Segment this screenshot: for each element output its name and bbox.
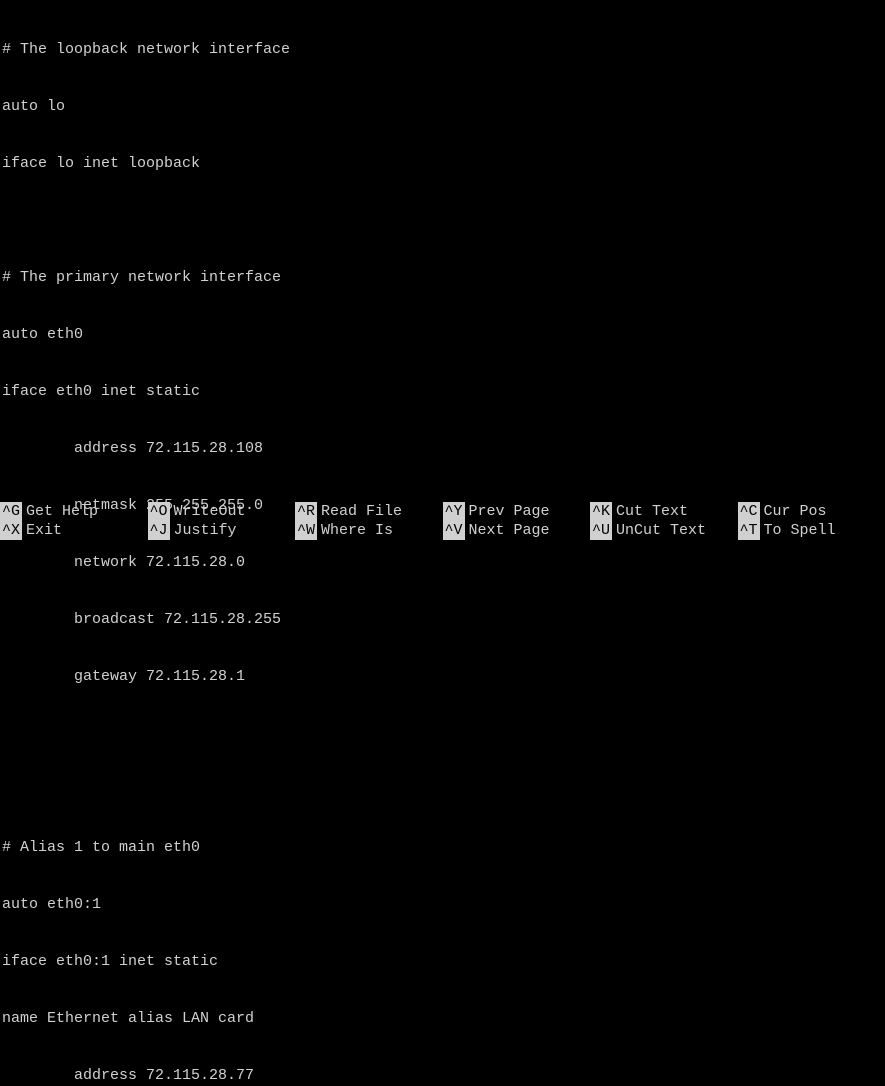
file-line: # Alias 1 to main eth0 bbox=[2, 838, 885, 857]
menu-uncut-text[interactable]: ^UUnCut Text bbox=[590, 521, 738, 540]
key-label: ^R bbox=[295, 502, 317, 521]
key-label: ^O bbox=[148, 502, 170, 521]
file-line: address 72.115.28.108 bbox=[2, 439, 885, 458]
menu-justify[interactable]: ^JJustify bbox=[148, 521, 296, 540]
menu-bar: ^GGet Help ^OWriteOut ^RRead File ^YPrev… bbox=[0, 502, 885, 540]
menu-label: Next Page bbox=[465, 521, 550, 540]
key-label: ^V bbox=[443, 521, 465, 540]
menu-to-spell[interactable]: ^TTo Spell bbox=[738, 521, 885, 540]
file-line: iface eth0 inet static bbox=[2, 382, 885, 401]
key-label: ^C bbox=[738, 502, 760, 521]
menu-writeout[interactable]: ^OWriteOut bbox=[148, 502, 296, 521]
menu-where-is[interactable]: ^WWhere Is bbox=[295, 521, 443, 540]
menu-label: Cur Pos bbox=[760, 502, 827, 521]
menu-label: Where Is bbox=[317, 521, 393, 540]
file-line: name Ethernet alias LAN card bbox=[2, 1009, 885, 1028]
file-line: iface eth0:1 inet static bbox=[2, 952, 885, 971]
menu-get-help[interactable]: ^GGet Help bbox=[0, 502, 148, 521]
menu-label: UnCut Text bbox=[612, 521, 706, 540]
editor-content[interactable]: # The loopback network interface auto lo… bbox=[0, 0, 885, 1086]
file-line: auto eth0 bbox=[2, 325, 885, 344]
key-label: ^J bbox=[148, 521, 170, 540]
file-line bbox=[2, 211, 885, 230]
menu-label: Exit bbox=[22, 521, 62, 540]
file-line: # The loopback network interface bbox=[2, 40, 885, 59]
menu-prev-page[interactable]: ^YPrev Page bbox=[443, 502, 591, 521]
key-label: ^W bbox=[295, 521, 317, 540]
menu-label: Get Help bbox=[22, 502, 98, 521]
key-label: ^Y bbox=[443, 502, 465, 521]
file-line: iface lo inet loopback bbox=[2, 154, 885, 173]
file-line bbox=[2, 781, 885, 800]
file-line bbox=[2, 724, 885, 743]
menu-label: Justify bbox=[170, 521, 237, 540]
menu-read-file[interactable]: ^RRead File bbox=[295, 502, 443, 521]
key-label: ^X bbox=[0, 521, 22, 540]
key-label: ^K bbox=[590, 502, 612, 521]
menu-label: Read File bbox=[317, 502, 402, 521]
menu-label: To Spell bbox=[760, 521, 836, 540]
file-line: gateway 72.115.28.1 bbox=[2, 667, 885, 686]
menu-label: Cut Text bbox=[612, 502, 688, 521]
file-line: auto lo bbox=[2, 97, 885, 116]
key-label: ^G bbox=[0, 502, 22, 521]
menu-label: Prev Page bbox=[465, 502, 550, 521]
file-line: auto eth0:1 bbox=[2, 895, 885, 914]
menu-label: WriteOut bbox=[170, 502, 246, 521]
file-line: broadcast 72.115.28.255 bbox=[2, 610, 885, 629]
menu-cut-text[interactable]: ^KCut Text bbox=[590, 502, 738, 521]
menu-cur-pos[interactable]: ^CCur Pos bbox=[738, 502, 885, 521]
menu-next-page[interactable]: ^VNext Page bbox=[443, 521, 591, 540]
file-line: network 72.115.28.0 bbox=[2, 553, 885, 572]
key-label: ^T bbox=[738, 521, 760, 540]
file-line: address 72.115.28.77 bbox=[2, 1066, 885, 1085]
key-label: ^U bbox=[590, 521, 612, 540]
file-line: # The primary network interface bbox=[2, 268, 885, 287]
menu-exit[interactable]: ^XExit bbox=[0, 521, 148, 540]
